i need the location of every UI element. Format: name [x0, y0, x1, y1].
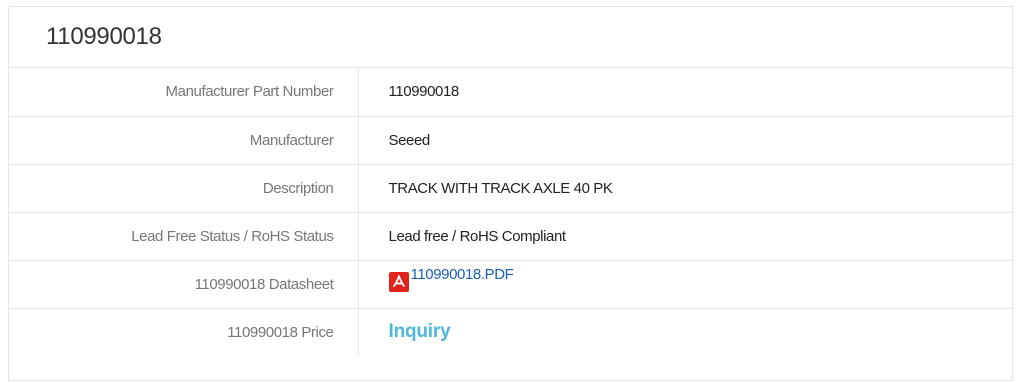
row-value: 110990018.PDF	[358, 260, 1012, 309]
table-row-part-number: Manufacturer Part Number 110990018	[9, 68, 1012, 117]
pdf-icon	[388, 272, 409, 292]
product-spec-panel: 110990018 Manufacturer Part Number 11099…	[8, 6, 1013, 381]
row-label: Manufacturer Part Number	[9, 68, 359, 117]
row-label: Lead Free Status / RoHS Status	[9, 212, 359, 261]
row-label: 110990018 Datasheet	[9, 260, 359, 309]
product-header: 110990018	[9, 7, 1012, 68]
datasheet-link-label[interactable]: 110990018.PDF	[411, 266, 514, 283]
row-value: 110990018	[358, 68, 1012, 117]
row-label: Description	[9, 164, 359, 213]
row-value: Seeed	[358, 116, 1012, 165]
table-row-description: Description TRACK WITH TRACK AXLE 40 PK	[9, 164, 1012, 213]
product-title: 110990018	[46, 23, 162, 50]
row-value: Lead free / RoHS Compliant	[358, 212, 1012, 261]
inquiry-link[interactable]: Inquiry	[389, 321, 451, 342]
row-label: Manufacturer	[9, 116, 359, 165]
table-row-datasheet: 110990018 Datasheet 110990018.PDF	[9, 260, 1012, 309]
table-row-rohs-status: Lead Free Status / RoHS Status Lead free…	[9, 212, 1012, 261]
datasheet-link[interactable]: 110990018.PDF	[388, 266, 514, 292]
table-row-manufacturer: Manufacturer Seeed	[9, 116, 1012, 165]
spec-table: Manufacturer Part Number 110990018 Manuf…	[9, 68, 1012, 356]
row-value: Inquiry	[358, 308, 1012, 356]
table-row-price: 110990018 Price Inquiry	[9, 308, 1012, 356]
row-label: 110990018 Price	[9, 308, 359, 356]
row-value: TRACK WITH TRACK AXLE 40 PK	[358, 164, 1012, 213]
